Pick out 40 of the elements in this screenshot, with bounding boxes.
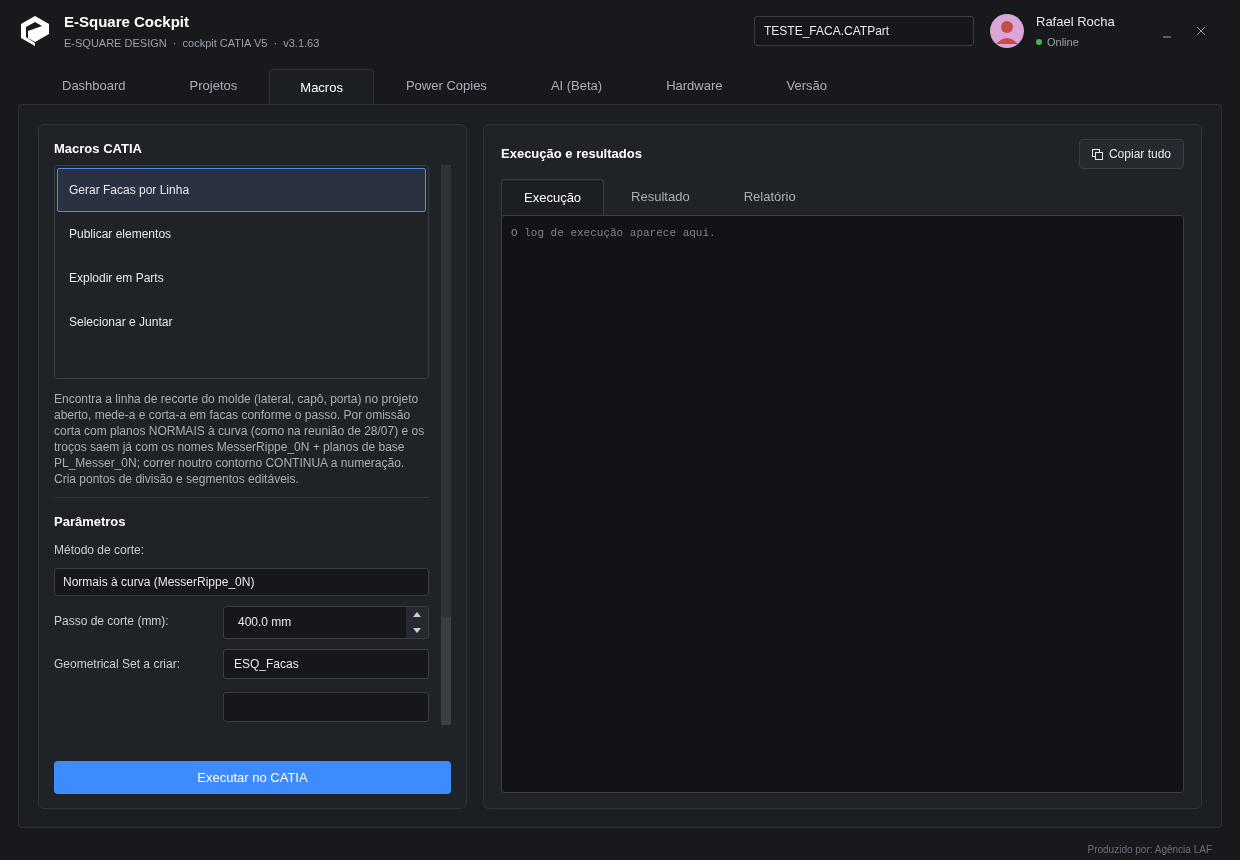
tab[interactable]: Hardware bbox=[634, 68, 755, 104]
tab[interactable]: Versão bbox=[754, 68, 859, 104]
tab[interactable]: AI (Beta) bbox=[518, 68, 635, 104]
macro-item[interactable]: Gerar Facas por Linha bbox=[57, 168, 426, 212]
footer-credit: Produzido por: Agência LAF bbox=[1087, 843, 1212, 857]
scrollbar[interactable] bbox=[441, 165, 451, 725]
section-title: Execução e resultados bbox=[501, 145, 642, 164]
description-text: Encontra a linha de recorte do molde (lateral, capô, porta) no projeto aberto, mede-a e corta-a em facas conforme o passo. Por omissão corta com planos NORMAIS à curva (como na reunião de 28/07) e os troços saem já com os nomes MesserRippe_0N + planos de base PL_Messer_0N; correr noutro contorno CONTINUA a numeração. Cria pontos de divisão e segmentos editáveis. bbox=[54, 391, 426, 488]
app-title: E-Square Cockpit bbox=[64, 11, 191, 32]
spin-field[interactable]: 400.0 mm bbox=[223, 606, 429, 639]
macro-item[interactable]: Selecionar e Juntar bbox=[57, 300, 426, 344]
copy-button[interactable]: Copiar tudo bbox=[1078, 139, 1184, 169]
section-title: Macros CATIA bbox=[54, 140, 143, 158]
macro-item[interactable]: Publicar elementos bbox=[57, 212, 426, 256]
user-status: Online bbox=[1047, 35, 1079, 50]
field-label: Passo de corte (mm): bbox=[54, 613, 170, 630]
tab[interactable]: Execução bbox=[501, 179, 605, 216]
input-field[interactable] bbox=[223, 692, 429, 722]
tab[interactable]: Relatório bbox=[716, 178, 823, 215]
tab[interactable]: Projetos bbox=[157, 68, 270, 104]
up-arrow-icon[interactable] bbox=[413, 612, 421, 618]
avatar-icon bbox=[990, 14, 1024, 48]
user-name: Rafael Rocha bbox=[1036, 12, 1116, 31]
input-field[interactable]: ESQ_Facas bbox=[223, 649, 429, 679]
log-field[interactable]: O log de execução aparece aqui. bbox=[501, 215, 1184, 793]
macro-item[interactable]: Explodir em Parts bbox=[57, 256, 426, 300]
copy-icon bbox=[1091, 148, 1103, 160]
logo-icon bbox=[18, 14, 52, 48]
section-title: Parâmetros bbox=[54, 512, 127, 531]
file-field[interactable]: TESTE_FACA.CATPart bbox=[754, 16, 974, 46]
close-icon[interactable] bbox=[1196, 26, 1206, 36]
field-label: Método de corte: bbox=[54, 542, 146, 560]
tab[interactable]: Power Copies bbox=[373, 68, 519, 104]
field-label: Geometrical Set a criar: bbox=[54, 656, 182, 673]
method-field[interactable]: Normais à curva (MesserRippe_0N) bbox=[54, 568, 429, 596]
tab[interactable]: Dashboard bbox=[30, 68, 158, 104]
down-arrow-icon[interactable] bbox=[413, 627, 421, 633]
tab[interactable]: Macros bbox=[269, 69, 374, 105]
tab[interactable]: Resultado bbox=[604, 178, 717, 215]
app-subtitle: E-SQUARE DESIGN · cockpit CATIA V5 · v3.1.63 bbox=[64, 36, 320, 51]
